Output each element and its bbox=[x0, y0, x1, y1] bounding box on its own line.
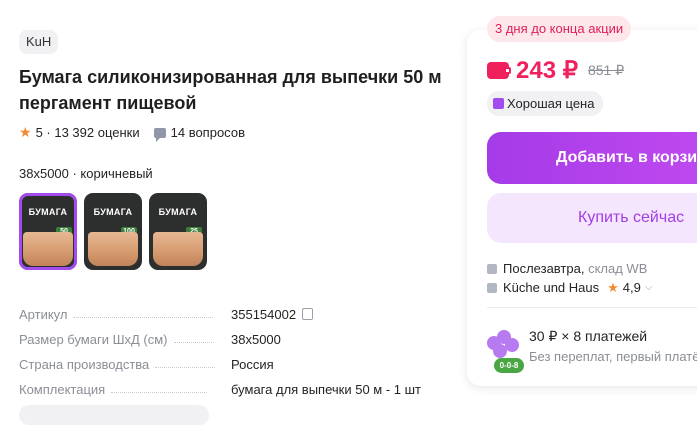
spec-dots bbox=[155, 367, 216, 368]
variant-label: 38x5000 · коричневый bbox=[19, 166, 153, 181]
product-title: Бумага силиконизированная для выпечки 50… bbox=[19, 67, 442, 113]
thumbs-up-icon bbox=[493, 98, 504, 109]
paper-roll-image bbox=[88, 232, 138, 266]
variant-thumbnail-2[interactable]: БУМАГА 100 bbox=[84, 193, 142, 270]
spec-row-size: Размер бумаги ШхД (см) 38x5000 bbox=[19, 322, 439, 347]
star-icon: ★ bbox=[607, 279, 619, 295]
good-price-label: Хорошая цена bbox=[507, 96, 595, 111]
rating-row: ★ 5 · 13 392 оценки 14 вопросов bbox=[19, 124, 245, 142]
spec-key: Размер бумаги ШхД (см) bbox=[19, 332, 168, 347]
spec-key: Комплектация bbox=[19, 382, 106, 397]
wallet-icon bbox=[487, 62, 511, 79]
paper-roll-image bbox=[153, 232, 203, 266]
star-icon: ★ bbox=[19, 124, 32, 140]
ratings-count-link[interactable]: 13 392 оценки bbox=[54, 125, 139, 140]
spec-value: 38x5000 bbox=[231, 332, 281, 347]
spec-value: 355154002 bbox=[231, 307, 314, 322]
variant-thumbnail-1[interactable]: БУМАГА 50 bbox=[19, 193, 77, 270]
rating-value[interactable]: 5 bbox=[36, 125, 43, 140]
variant-thumbnail-3[interactable]: БУМАГА 25 bbox=[149, 193, 207, 270]
seller-line[interactable]: Küche und Haus ★ 4,9 ⌵ bbox=[487, 278, 652, 297]
variant-thumbnails: БУМАГА 50 БУМАГА 100 БУМАГА 25 bbox=[19, 193, 207, 270]
shop-icon bbox=[487, 282, 497, 293]
installment-subtitle: Без переплат, первый платёж bbox=[529, 349, 697, 364]
current-price: 243 ₽ bbox=[516, 57, 578, 84]
questions-link[interactable]: 14 вопросов bbox=[171, 125, 245, 140]
sale-countdown-badge: 3 дня до конца акции bbox=[487, 16, 632, 42]
brand-chip[interactable]: KuH bbox=[19, 30, 59, 54]
spec-row-article: Артикул 355154002 bbox=[19, 297, 439, 322]
chevron-down-icon[interactable]: ⌵ bbox=[645, 282, 653, 293]
spec-dots bbox=[173, 342, 214, 343]
delivery-line: Послезавтра, склад WB bbox=[487, 259, 652, 278]
spec-row-country: Страна производства Россия bbox=[19, 347, 439, 372]
spec-dots bbox=[73, 317, 214, 318]
spec-key: Страна производства bbox=[19, 357, 150, 372]
spec-value: бумага для выпечки 50 м - 1 шт bbox=[231, 382, 422, 397]
spec-dots bbox=[111, 392, 208, 393]
installment-badge: 0-0-8 bbox=[494, 358, 524, 373]
copy-icon[interactable] bbox=[302, 308, 314, 320]
good-price-badge[interactable]: Хорошая цена bbox=[487, 91, 604, 116]
installment-title: 30 ₽ × 8 платежей bbox=[529, 328, 648, 344]
box-icon bbox=[487, 263, 497, 274]
thumbnail-label: БУМАГА bbox=[158, 207, 198, 217]
spec-key: Артикул bbox=[19, 307, 68, 322]
price-row: 243 ₽ 851 ₽ bbox=[487, 56, 624, 85]
add-to-cart-button[interactable]: Добавить в корзину bbox=[487, 132, 697, 184]
more-characteristics-button[interactable] bbox=[19, 405, 209, 425]
old-price: 851 ₽ bbox=[587, 62, 625, 78]
divider bbox=[487, 307, 697, 308]
installment-icon: 0-0-8 bbox=[487, 330, 524, 373]
delivery-info: Послезавтра, склад WB Küche und Haus ★ 4… bbox=[487, 259, 652, 297]
thumbnail-label: БУМАГА bbox=[28, 207, 68, 217]
spec-row-kit: Комплектация бумага для выпечки 50 м - 1… bbox=[19, 372, 439, 397]
warehouse-label: склад WB bbox=[588, 261, 648, 276]
seller-rating: 4,9 bbox=[622, 280, 641, 295]
spec-value: Россия bbox=[231, 357, 274, 372]
specs-table: Артикул 355154002 Размер бумаги ШхД (см)… bbox=[19, 297, 439, 397]
delivery-date: Послезавтра, bbox=[503, 261, 585, 276]
article-number: 355154002 bbox=[231, 307, 297, 322]
seller-name[interactable]: Küche und Haus bbox=[503, 280, 599, 295]
rating-separator: · bbox=[42, 125, 55, 140]
questions-icon bbox=[153, 127, 166, 142]
thumbnail-label: БУМАГА bbox=[93, 207, 133, 217]
buy-now-button[interactable]: Купить сейчас bbox=[487, 193, 697, 243]
paper-roll-image bbox=[23, 232, 73, 266]
